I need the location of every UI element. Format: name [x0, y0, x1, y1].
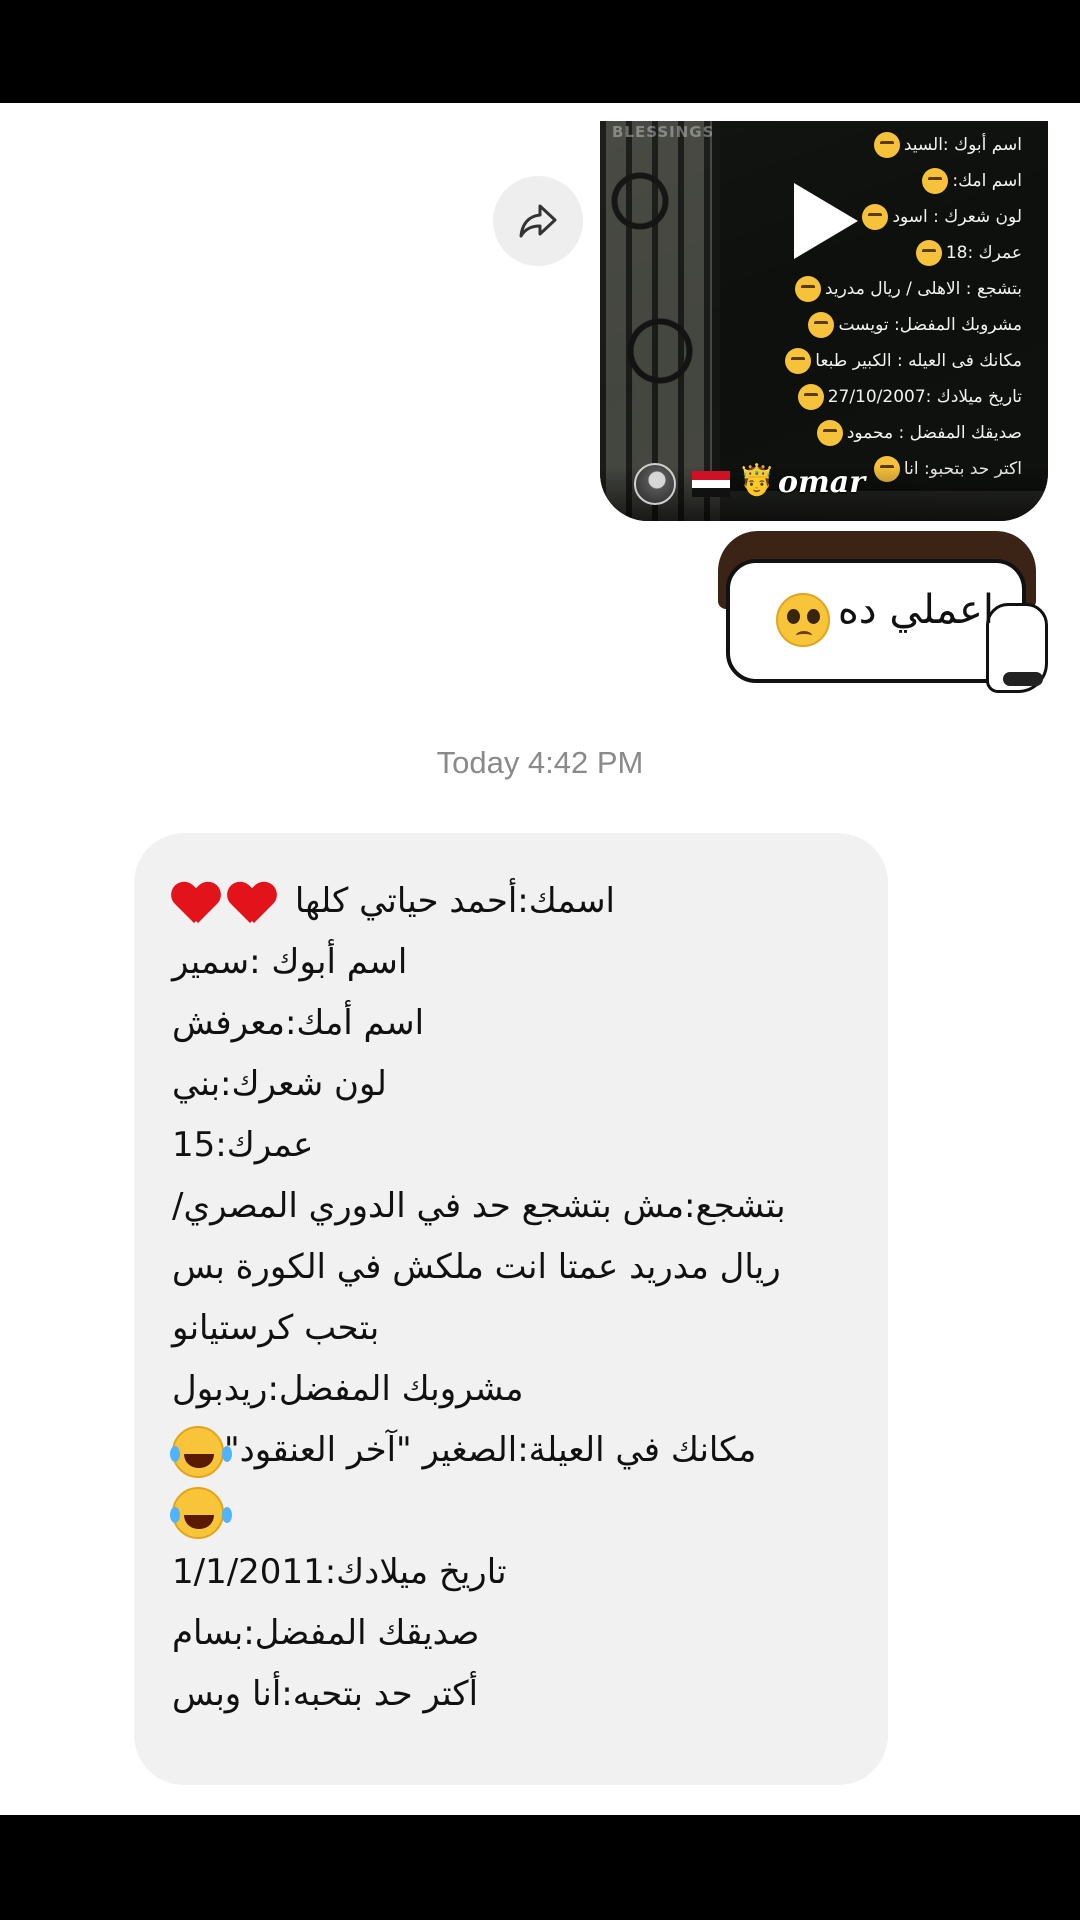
reel-info-line: مشروبك المفضل: تويست: [722, 307, 1022, 343]
message-line: اسم أبوك :سمير: [172, 942, 408, 982]
red-heart-icon: [172, 881, 220, 925]
white-heart-emoji-icon: [794, 276, 821, 302]
pleading-emoji-icon: [797, 384, 824, 410]
reel-info-line: بتشجع : الاهلى / ريال مدريد: [722, 271, 1022, 307]
shared-reel[interactable]: BLESSINGS اسم أبوك :السيد اسم امك: لون ش…: [600, 121, 1048, 521]
message-line: صديقك المفضل:بسام: [172, 1613, 480, 1653]
reel-info-lines: اسم أبوك :السيد اسم امك: لون شعرك : اسود…: [722, 127, 1022, 487]
prince-emoji-icon: 🤴: [738, 463, 776, 498]
message-line: ريال مدريد عمتا انت ملكش في الكورة بس: [172, 1247, 781, 1287]
message-line: بتحب كرستيانو: [172, 1308, 380, 1348]
message-line: أكتر حد بتحبه:أنا وبس: [172, 1674, 479, 1714]
reel-watermark: BLESSINGS: [612, 123, 715, 141]
reel-info-line: تاريخ ميلادك :27/10/2007: [722, 379, 1022, 415]
sunglasses-emoji-icon: [873, 132, 900, 158]
message-line: اسمك:أحمد حياتي كلها: [172, 871, 858, 932]
reel-info-line: عمرك :18: [722, 235, 1022, 271]
sent-sticker[interactable]: اعملي ده: [706, 531, 1050, 701]
message-line: عمرك:15: [172, 1125, 314, 1165]
message-line: لون شعرك:بني: [172, 1064, 387, 1104]
egypt-flag-icon: [692, 471, 730, 497]
red-heart-icon: [228, 881, 276, 925]
smiling-hearts-emoji-icon: [915, 240, 942, 266]
chat-thread[interactable]: BLESSINGS اسم أبوك :السيد اسم امك: لون ش…: [0, 103, 1080, 1815]
received-message-bubble[interactable]: اسمك:أحمد حياتي كلها اسم أبوك :سمير اسم …: [134, 833, 888, 1785]
forward-arrow-icon: [519, 204, 557, 238]
message-line: مشروبك المفضل:ريدبول: [172, 1369, 524, 1409]
message-line: بتشجع:مش بتشجع حد في الدوري المصري/: [172, 1186, 786, 1226]
sticker-text: اعملي ده: [837, 587, 994, 633]
reel-info-line: مكانك فى العيله : الكبير طبعا: [722, 343, 1022, 379]
forward-button[interactable]: [493, 176, 583, 266]
grinning-emoji-icon: [808, 312, 835, 338]
message-timestamp: Today 4:42 PM: [436, 745, 644, 780]
play-icon[interactable]: [794, 183, 858, 259]
sticker-hand-icon: [986, 603, 1048, 693]
reel-info-line: اسم أبوك :السيد: [722, 127, 1022, 163]
bottom-navigation-bar: [0, 1815, 1080, 1920]
smiling-emoji-icon: [785, 348, 812, 374]
reel-info-line: صديقك المفضل : محمود: [722, 415, 1022, 451]
tears-of-joy-icon: [170, 1486, 224, 1539]
reel-background-gate: [600, 121, 720, 521]
message-line: مكانك في العيلة:الصغير "آخر العنقود": [170, 1420, 858, 1481]
reel-author-username[interactable]: omar: [778, 465, 865, 500]
black-heart-emoji-icon: [862, 204, 889, 230]
message-line: تاريخ ميلادك:1/1/2011: [172, 1552, 507, 1592]
top-status-bar: [0, 0, 1080, 103]
reel-info-line: لون شعرك : اسود: [722, 199, 1022, 235]
message-line: اسم أمك:معرفش: [172, 1003, 425, 1043]
blush-emoji-icon: [816, 420, 843, 446]
message-line: [170, 1481, 858, 1542]
person-gesturing-emoji-icon: [922, 168, 949, 194]
reel-info-line: اسم امك:: [722, 163, 1022, 199]
reel-author-avatar[interactable]: [634, 463, 676, 505]
tears-of-joy-icon: [170, 1425, 224, 1478]
message-lines: اسمك:أحمد حياتي كلها اسم أبوك :سمير اسم …: [170, 871, 858, 1725]
